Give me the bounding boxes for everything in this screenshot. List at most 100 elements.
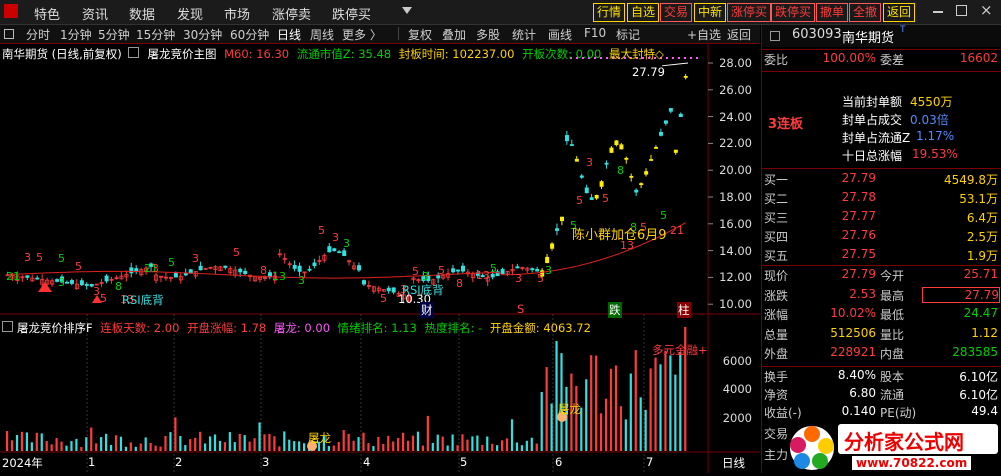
menu-发现[interactable]: 发现 [177,4,203,23]
minimize-icon[interactable] [933,11,943,13]
volume-bar [85,437,88,451]
btn-cancel-all[interactable]: 全撤 [849,3,882,22]
bid-row[interactable]: 买五 27.75 1.9万 [762,247,1001,266]
candle-body [361,280,366,285]
period-daily[interactable]: 日线 [277,26,301,43]
candle-body [604,162,609,165]
menu-特色[interactable]: 特色 [34,4,60,23]
sequence-label: 5 [380,292,387,305]
top-price-label: 27.79 [632,65,665,79]
period-more[interactable]: 更多 〉 [342,26,382,43]
menu-市场[interactable]: 市场 [224,4,250,23]
stat2-row: 换手 8.40% 股本 6.10亿 [762,368,1001,387]
close-icon[interactable]: × [980,1,993,19]
wb-value: 100.00% [822,51,876,65]
period-weekly[interactable]: 周线 [310,26,334,43]
stat-value: 283585 [952,345,998,360]
candle-body [238,268,243,273]
period-分时[interactable]: 分时 [26,26,50,43]
volume-bar [659,364,662,451]
btn-watchlist[interactable]: 自选 [627,3,660,22]
menu-dropdown-icon[interactable] [402,7,412,14]
menu-资讯[interactable]: 资讯 [82,4,108,23]
price-tick: 16.00 [719,216,752,231]
stat-label: 最低 [880,308,905,323]
candle-body [654,147,659,149]
volume-bar [169,432,172,451]
expand-icon[interactable] [128,47,139,58]
volume-bar [303,443,306,451]
volume-bar [233,442,236,451]
menu-跌停买[interactable]: 跌停买 [332,4,371,23]
menu-涨停卖[interactable]: 涨停卖 [272,4,311,23]
btn-trade[interactable]: 交易 [660,3,693,22]
float-mv: 流通市值Z: 35.48 [296,47,392,61]
logo-url: www.70822.com [852,456,972,470]
bid-row[interactable]: 买四 27.76 2.5万 [762,228,1001,247]
period-60min[interactable]: 60分钟 [230,26,269,43]
stat-value: 6.80 [849,386,876,400]
volume-bar [90,427,93,451]
volume-bar [550,403,553,451]
btn-zhongxin[interactable]: 中新 [694,3,727,22]
period-1min[interactable]: 1分钟 [60,26,92,43]
tool-fuquan[interactable]: 复权 [408,26,432,43]
stat2-row: 净资 6.80 流通 6.10亿 [762,386,1001,405]
timeline-m3: 3 [262,455,270,469]
buy-signal-triangle [38,282,52,292]
period-15min[interactable]: 15分钟 [136,26,175,43]
sub-indicator-name[interactable]: 屠龙竞价排序F [17,321,93,335]
tool-stats[interactable]: 统计 [512,26,536,43]
timeline-period[interactable]: 日线 [722,455,745,471]
volume-bar [525,440,528,451]
grid-icon[interactable] [4,29,14,39]
btn-limit-up-buy[interactable]: 涨停买 [727,3,772,22]
expand-icon-quote[interactable] [770,31,780,41]
divider [762,366,1001,367]
volume-bar [243,435,246,451]
tool-mark[interactable]: 标记 [616,26,640,43]
heat-rank: 热度排名: - [424,321,483,335]
bid-row[interactable]: 买一 27.79 4549.8万 [762,171,1001,190]
news-annotation: 陈小群加仓6月9 [572,228,667,243]
volume-bar [496,445,499,451]
btn-limit-down-buy[interactable]: 跌停买 [771,3,816,22]
period-30min[interactable]: 30分钟 [183,26,222,43]
candle-body [500,269,505,275]
wc-value: 16602 [959,51,998,65]
sequence-label: 8 [456,277,463,290]
volume-bar [60,441,63,451]
volume-bar [431,442,434,451]
btn-back[interactable]: 返回 [883,3,916,22]
maximize-icon[interactable] [956,5,967,16]
volume-bar [134,446,137,451]
btn-quote[interactable]: 行情 [593,3,626,22]
bid-row[interactable]: 买三 27.77 6.4万 [762,209,1001,228]
volume-bar [674,374,677,451]
tool-f10[interactable]: F10 [584,26,606,40]
bid-label: 买一 [764,173,789,187]
kline-chart[interactable]: 213 535535813213 5 3 58 13 353 3535 3 581353 53553… [0,44,760,473]
stat-value: 228921 [830,345,876,360]
bid-row[interactable]: 买二 27.78 53.1万 [762,190,1001,209]
tool-back[interactable]: 返回 [727,26,751,43]
candle-body [386,287,391,292]
expand-icon-sub[interactable] [2,321,13,332]
volume-bar [456,445,459,451]
quote-panel: 603093 南华期货 T 委比 100.00% 委差 16602 3连板 当前… [761,25,1001,473]
tool-multi[interactable]: 多股 [476,26,500,43]
app-logo-icon[interactable] [4,4,18,18]
main-indicator-name[interactable]: 屠龙竞价主图 [147,47,216,61]
menu-数据[interactable]: 数据 [129,4,155,23]
volume-bar [144,437,147,451]
sequence-label: 5 [660,209,667,222]
btn-cancel-order[interactable]: 撤单 [816,3,849,22]
tool-draw[interactable]: 画线 [548,26,572,43]
tool-overlay[interactable]: 叠加 [442,26,466,43]
sequence-label: 3 [515,272,522,285]
volume-bar [179,435,182,451]
volume-bar [164,435,167,451]
tool-add-watchlist[interactable]: +自选 [687,26,721,43]
candle-body [584,187,589,194]
period-5min[interactable]: 5分钟 [98,26,130,43]
